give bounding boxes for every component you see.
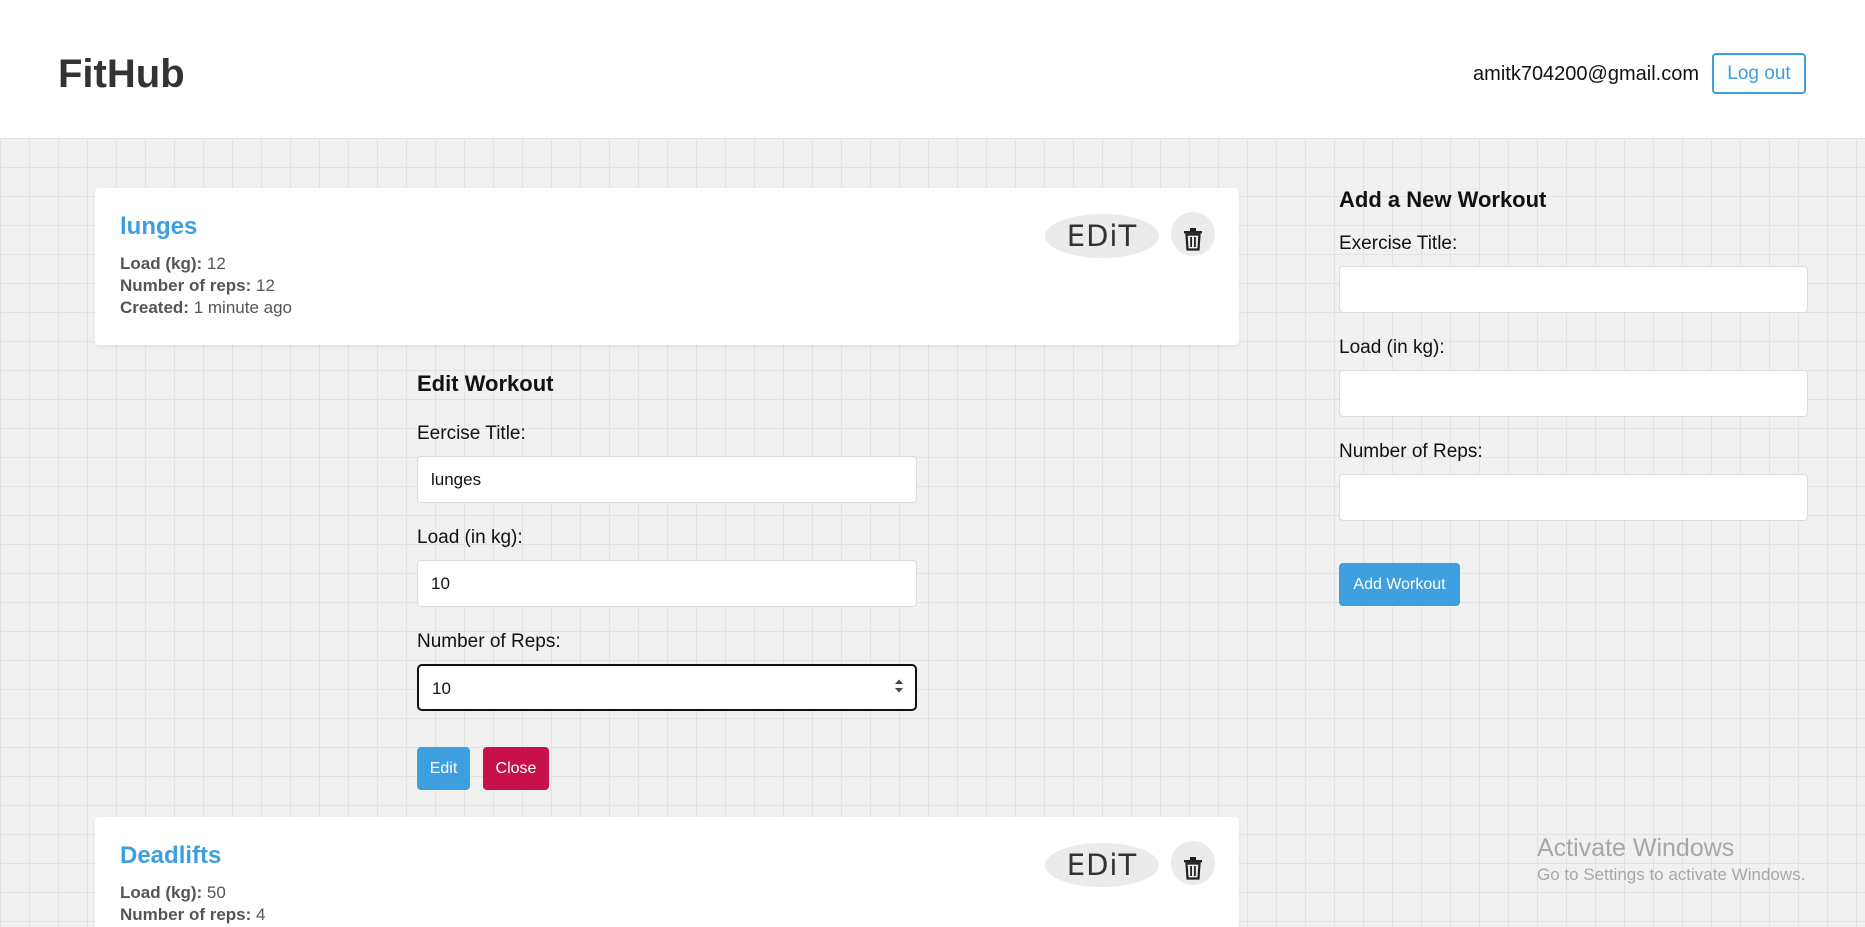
- add-reps-label: Number of Reps:: [1339, 441, 1483, 462]
- reps-label: Number of reps:: [120, 905, 252, 924]
- edit-reps-field: 10: [417, 664, 917, 711]
- reps-value: 4: [256, 905, 266, 924]
- edit-reps-label: Number of Reps:: [417, 631, 561, 652]
- edit-title-field: lunges: [417, 456, 917, 503]
- edit-form-heading: Edit Workout: [417, 371, 554, 396]
- workout-title: lunges: [120, 213, 198, 240]
- load-label: Load (kg):: [120, 254, 203, 273]
- trash-icon: [1184, 857, 1202, 880]
- add-load-field: [1339, 370, 1808, 417]
- edit-submit-button[interactable]: Edit: [417, 747, 470, 790]
- add-load-input[interactable]: [1339, 370, 1808, 417]
- edit-title-input[interactable]: lunges: [417, 456, 917, 503]
- load-value: 12: [206, 254, 226, 273]
- load-value: 50: [206, 883, 226, 902]
- edit-load-input[interactable]: 10: [417, 560, 917, 607]
- edit-title-label: Eercise Title:: [417, 423, 526, 444]
- delete-workout-button[interactable]: [1171, 212, 1215, 256]
- created-label: Created:: [120, 298, 189, 317]
- add-title-input[interactable]: [1339, 266, 1808, 313]
- close-edit-button[interactable]: Close: [483, 747, 549, 790]
- edit-workout-button[interactable]: EDiT: [1045, 843, 1159, 887]
- add-reps-field: [1339, 474, 1808, 521]
- workout-created-row: Created: 1 minute ago: [120, 297, 292, 319]
- app-logo[interactable]: FitHub: [58, 52, 185, 96]
- user-email: amitk704200@gmail.com: [1473, 63, 1699, 85]
- workout-card: Deadlifts Load (kg): 50 Number of reps: …: [95, 817, 1239, 927]
- logout-button[interactable]: Log out: [1712, 53, 1806, 94]
- workout-title: Deadlifts: [120, 842, 222, 869]
- add-form-heading: Add a New Workout: [1339, 187, 1547, 212]
- edit-load-label: Load (in kg):: [417, 527, 523, 548]
- edit-workout-button[interactable]: EDiT: [1045, 214, 1159, 258]
- number-stepper-icon[interactable]: [893, 677, 905, 695]
- delete-workout-button[interactable]: [1171, 841, 1215, 885]
- add-title-field: [1339, 266, 1808, 313]
- load-label: Load (kg):: [120, 883, 203, 902]
- created-value: 1 minute ago: [193, 298, 292, 317]
- add-load-label: Load (in kg):: [1339, 337, 1445, 358]
- top-navbar: FitHub amitk704200@gmail.com Log out: [0, 0, 1865, 138]
- reps-label: Number of reps:: [120, 276, 252, 295]
- workout-reps-row: Number of reps: 12: [120, 275, 292, 297]
- add-reps-input[interactable]: [1339, 474, 1808, 521]
- reps-value: 12: [256, 276, 275, 295]
- edit-workout-form: Edit Workout Eercise Title: lunges Load …: [417, 368, 917, 790]
- trash-icon: [1184, 228, 1202, 251]
- add-workout-button[interactable]: Add Workout: [1339, 563, 1460, 606]
- edit-reps-input[interactable]: 10: [417, 664, 917, 711]
- edit-load-field: 10: [417, 560, 917, 607]
- workout-load-row: Load (kg): 12: [120, 253, 292, 275]
- watermark-subtitle: Go to Settings to activate Windows.: [1537, 865, 1806, 884]
- workout-reps-row: Number of reps: 4: [120, 904, 266, 926]
- workout-details: Load (kg): 12 Number of reps: 12 Created…: [120, 253, 292, 319]
- add-workout-form: Add a New Workout Exercise Title: Load (…: [1339, 184, 1808, 606]
- workout-card: lunges Load (kg): 12 Number of reps: 12 …: [95, 188, 1239, 345]
- add-title-label: Exercise Title:: [1339, 233, 1458, 254]
- workout-details: Load (kg): 50 Number of reps: 4: [120, 882, 266, 926]
- watermark-title: Activate Windows: [1537, 834, 1735, 862]
- workout-load-row: Load (kg): 50: [120, 882, 266, 904]
- windows-activation-watermark: Activate Windows Go to Settings to activ…: [1537, 832, 1805, 886]
